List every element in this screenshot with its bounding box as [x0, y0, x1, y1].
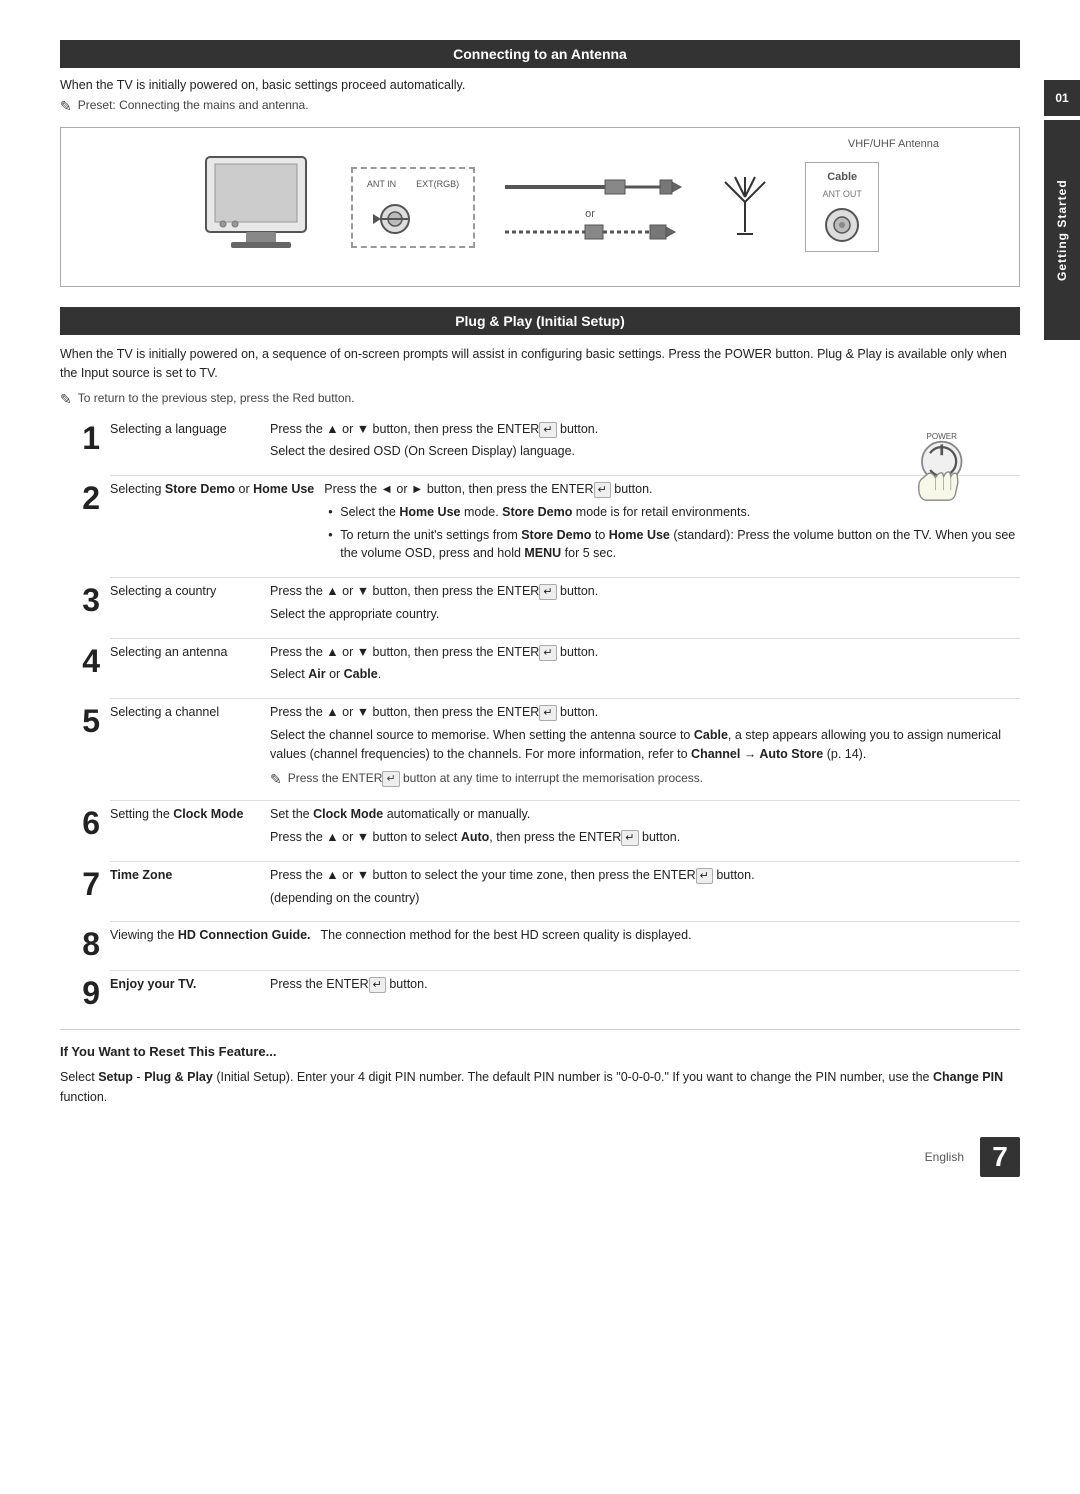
antenna-note: ✎ Preset: Connecting the mains and anten…	[60, 98, 1020, 115]
step-4-number: 4	[60, 645, 110, 677]
step-7-number: 7	[60, 868, 110, 900]
cable-port-svg	[820, 205, 864, 243]
step-3-number: 3	[60, 584, 110, 616]
step-7-row: 7 Time Zone Press the ▲ or ▼ button to s…	[60, 866, 1020, 912]
step-9-number: 9	[60, 977, 110, 1009]
step-1-label: Selecting a language	[110, 420, 270, 436]
step-8-label: Viewing the HD Connection Guide.	[110, 926, 321, 942]
tv-svg	[201, 152, 321, 262]
antenna-intro: When the TV is initially powered on, bas…	[60, 78, 1020, 92]
step-5-number: 5	[60, 705, 110, 737]
step-9-label: Enjoy your TV.	[110, 975, 270, 991]
svg-text:or: or	[585, 208, 595, 220]
plug-play-section: Plug & Play (Initial Setup) When the TV …	[60, 307, 1020, 1009]
step-8-content: The connection method for the best HD sc…	[321, 926, 1020, 949]
connector-labels: ANT IN EXT(RGB)	[367, 179, 459, 189]
vhf-label: VHF/UHF Antenna	[848, 138, 939, 150]
step-3-content: Press the ▲ or ▼ button, then press the …	[270, 582, 1020, 628]
step-3-label: Selecting a country	[110, 582, 270, 598]
step-5-content: Press the ▲ or ▼ button, then press the …	[270, 703, 1020, 790]
tv-illustration	[201, 152, 321, 262]
step-2-label: Selecting Store Demo or Home Use	[110, 480, 324, 496]
step-6-number: 6	[60, 807, 110, 839]
connector-svg	[373, 201, 453, 236]
page-footer: English 7	[60, 1137, 1020, 1177]
reset-header: If You Want to Reset This Feature...	[60, 1044, 1020, 1059]
antenna-header: Connecting to an Antenna	[60, 40, 1020, 68]
step-9-content: Press the ENTER↵ button.	[270, 975, 1020, 998]
plug-play-intro: When the TV is initially powered on, a s…	[60, 345, 1020, 383]
step-6-content: Set the Clock Mode automatically or manu…	[270, 805, 1020, 851]
plug-play-header: Plug & Play (Initial Setup)	[60, 307, 1020, 335]
pencil-icon-2: ✎	[60, 391, 72, 408]
pencil-icon-3: ✎	[270, 769, 282, 790]
step-6-label: Setting the Clock Mode	[110, 805, 270, 821]
reset-section: If You Want to Reset This Feature... Sel…	[60, 1029, 1020, 1107]
step-2-row: 2 Selecting Store Demo or Home Use Press…	[60, 480, 1020, 567]
step-4-content: Press the ▲ or ▼ button, then press the …	[270, 643, 1020, 689]
step-1-row: 1 Selecting a language Press the ▲ or ▼ …	[60, 420, 1020, 466]
antenna-diagram: VHF/UHF Antenna	[60, 127, 1020, 287]
pencil-icon: ✎	[60, 98, 72, 115]
footer-page-number: 7	[980, 1137, 1020, 1177]
step-5-label: Selecting a channel	[110, 703, 270, 719]
reset-text: Select Setup - Plug & Play (Initial Setu…	[60, 1067, 1020, 1107]
sidebar-label: Getting Started	[1055, 179, 1069, 281]
svg-text:POWER: POWER	[926, 432, 957, 441]
step-6-row: 6 Setting the Clock Mode Set the Clock M…	[60, 805, 1020, 851]
step-8-number: 8	[60, 928, 110, 960]
sidebar-number: 01	[1044, 80, 1080, 116]
step-7-label: Time Zone	[110, 866, 270, 882]
cable-box: Cable ANT OUT	[805, 162, 879, 252]
step-5-row: 5 Selecting a channel Press the ▲ or ▼ b…	[60, 703, 1020, 790]
plug-play-note: ✎ To return to the previous step, press …	[60, 391, 1020, 408]
step-1-number: 1	[60, 422, 110, 454]
antenna-section: Connecting to an Antenna When the TV is …	[60, 40, 1020, 287]
step-4-row: 4 Selecting an antenna Press the ▲ or ▼ …	[60, 643, 1020, 689]
connector-box: ANT IN EXT(RGB)	[351, 167, 475, 248]
step-4-label: Selecting an antenna	[110, 643, 270, 659]
step-7-content: Press the ▲ or ▼ button to select the yo…	[270, 866, 1020, 912]
footer-language: English	[925, 1150, 964, 1164]
step-8-row: 8 Viewing the HD Connection Guide. The c…	[60, 926, 1020, 960]
cable-lines: or	[505, 172, 685, 242]
step-3-row: 3 Selecting a country Press the ▲ or ▼ b…	[60, 582, 1020, 628]
step-9-row: 9 Enjoy your TV. Press the ENTER↵ button…	[60, 975, 1020, 1009]
step-2-number: 2	[60, 482, 110, 514]
sidebar-getting-started: Getting Started	[1044, 120, 1080, 340]
antenna-svg	[715, 172, 775, 242]
antenna-symbol	[715, 172, 775, 242]
steps-container: POWER 1 Selecting a language Press the ▲…	[60, 420, 1020, 1010]
cable-svg: or	[505, 172, 685, 242]
